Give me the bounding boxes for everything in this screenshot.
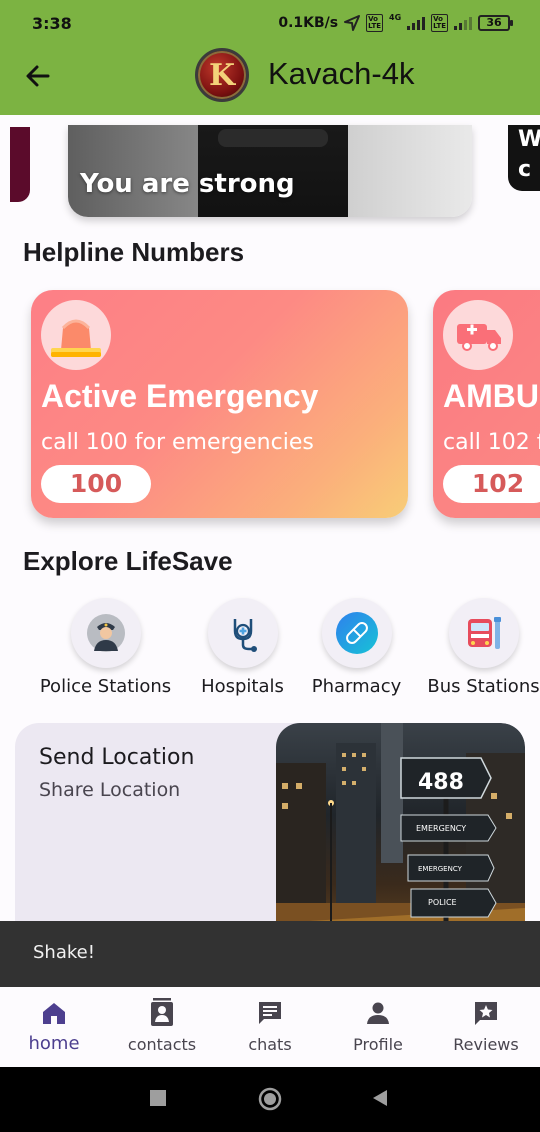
helpline-card-title-2: AMBULANCE [443, 378, 540, 414]
chat-icon [259, 1002, 281, 1024]
logo-letter: K [208, 57, 236, 93]
carousel-caption: You are strong [80, 169, 295, 199]
signal-icon-2 [454, 16, 472, 30]
nav-reviews[interactable]: Reviews [432, 997, 540, 1054]
sign-number-text: 488 [418, 770, 464, 795]
recents-icon[interactable] [149, 1089, 167, 1107]
top-bar: 3:38 0.1KB/s Vo LTE 4G Vo LTE 36 K Kavach-… [0, 0, 540, 115]
nav-chats[interactable]: chats [216, 997, 324, 1054]
explore-bus-stations[interactable]: Bus Stations [416, 598, 540, 697]
explore-section-title: Explore LifeSave [23, 546, 233, 576]
sign-label-2: EMERGENCY [418, 865, 463, 873]
sign-label-3: POLICE [428, 898, 457, 907]
snackbar-message: Shake! [33, 942, 95, 963]
explore-label: Bus Stations [427, 676, 540, 697]
nav-label: Profile [353, 1035, 403, 1054]
helpline-card-subtitle-2: call 102 for ambulance [443, 430, 540, 455]
carousel-card[interactable]: You are strong [68, 125, 472, 217]
app-bar: K Kavach-4k [0, 40, 540, 115]
ambulance-icon [443, 300, 513, 370]
person-icon [367, 1002, 389, 1024]
nav-home[interactable]: home [0, 997, 108, 1054]
snackbar: Shake! [0, 921, 540, 987]
location-arrow-icon [344, 15, 361, 31]
share-location-subtitle: Share Location [39, 779, 181, 801]
reviews-icon [475, 1002, 497, 1025]
explore-pharmacy[interactable]: Pharmacy [289, 598, 424, 697]
bus-icon [448, 598, 519, 668]
app-title: Kavach-4k [268, 56, 415, 91]
nav-label: chats [248, 1035, 292, 1054]
net-speed: 0.1KB/s [278, 15, 339, 31]
explore-police-stations[interactable]: Police Stations [38, 598, 173, 697]
main-content[interactable]: You are strong W c Helpline Numbers Acti… [0, 115, 540, 987]
helpline-section-title: Helpline Numbers [23, 237, 245, 267]
helpline-call-button[interactable]: 100 [41, 465, 151, 503]
screen: 3:38 0.1KB/s Vo LTE 4G Vo LTE 36 K Kavach-… [0, 0, 540, 1132]
nav-label: home [28, 1033, 80, 1054]
status-icons: 0.1KB/s Vo LTE 4G Vo LTE 36 [278, 12, 513, 32]
nav-label: Reviews [453, 1035, 519, 1054]
helpline-card-title: Active Emergency [41, 378, 319, 414]
back-arrow-icon[interactable] [22, 60, 54, 92]
helpline-card-subtitle: call 100 for emergencies [41, 430, 314, 455]
signal-icon [407, 16, 426, 30]
sign-label-1: EMERGENCY [416, 824, 466, 833]
carousel-next-text: W c [518, 127, 540, 182]
battery-icon: 36 [478, 15, 513, 31]
helpline-call-button-2[interactable]: 102 [443, 465, 540, 503]
app-logo: K [195, 48, 249, 102]
explore-label: Pharmacy [311, 676, 402, 697]
nav-contacts[interactable]: contacts [108, 997, 216, 1054]
carousel-next-card[interactable]: W c [508, 125, 540, 191]
helpline-card-ambulance[interactable]: AMBULANCE call 102 for ambulance 102 [433, 290, 540, 518]
siren-icon [41, 300, 111, 370]
back-system-icon[interactable] [371, 1089, 389, 1107]
pill-icon [321, 598, 392, 668]
helpline-card-emergency[interactable]: Active Emergency call 100 for emergencie… [31, 290, 408, 518]
home-icon [43, 1003, 65, 1024]
network-type: 4G [389, 12, 402, 22]
volte-icon: Vo LTE [366, 14, 383, 32]
carousel-prev-card[interactable] [10, 127, 30, 202]
send-location-title: Send Location [39, 745, 195, 770]
contacts-icon [151, 998, 173, 1026]
explore-label: Police Stations [39, 676, 172, 697]
hospital-icon [207, 598, 278, 668]
emergency-signpost-image: 488 EMERGENCY EMERGENCY POLICE [276, 723, 525, 953]
volte-icon-2: Vo LTE [431, 14, 448, 32]
send-location-card[interactable]: Send Location Share Location 488 EMERGEN… [15, 723, 525, 953]
system-navigation-bar [0, 1067, 540, 1132]
home-system-icon[interactable] [258, 1087, 282, 1111]
police-officer-icon [70, 598, 141, 668]
status-time: 3:38 [32, 14, 72, 33]
nav-profile[interactable]: Profile [324, 997, 432, 1054]
bottom-navigation: home contacts chats Profile Reviews [0, 987, 540, 1067]
nav-label: contacts [127, 1035, 197, 1054]
